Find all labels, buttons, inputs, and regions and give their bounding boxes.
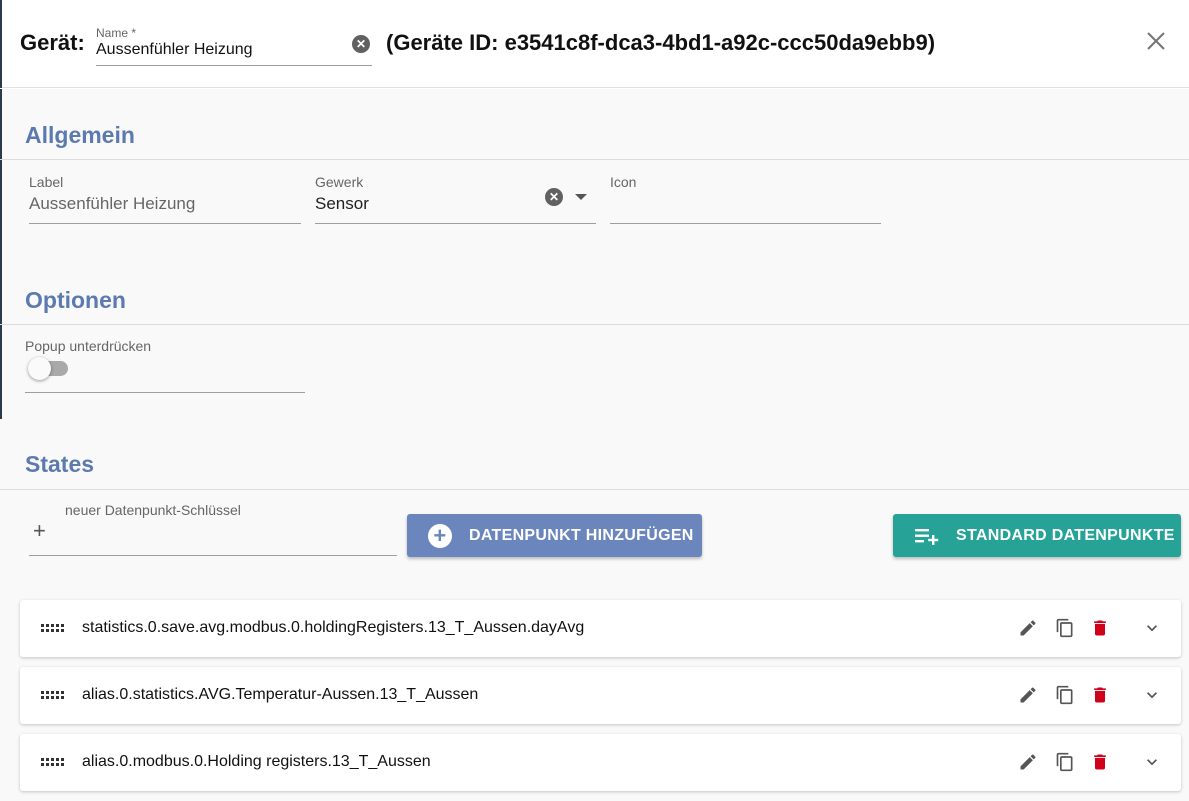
label-field-label: Label [29,174,64,190]
label-field[interactable]: Label Aussenfühler Heizung [29,174,301,224]
gewerk-value[interactable]: Sensor [315,194,369,214]
state-key: alias.0.statistics.AVG.Temperatur-Aussen… [82,686,479,703]
edit-icon[interactable] [1018,618,1038,638]
expand-icon[interactable] [1142,685,1162,705]
delete-icon[interactable] [1090,618,1110,638]
clear-icon[interactable]: ✕ [545,188,563,206]
drag-handle-icon[interactable] [41,691,65,699]
add-datapoint-label: DATENPUNKT HINZUFÜGEN [469,527,694,544]
section-divider [0,159,1189,160]
copy-icon[interactable] [1055,752,1075,772]
device-id-text: (Geräte ID: e3541c8f-dca3-4bd1-a92c-ccc5… [386,30,936,55]
dropdown-arrow-icon[interactable] [575,194,587,200]
new-key-field[interactable]: neuer Datenpunkt-Schlüssel + [29,502,397,556]
add-datapoint-button[interactable]: + DATENPUNKT HINZUFÜGEN [407,514,702,557]
section-divider [0,489,1189,490]
section-title-states: States [25,451,95,477]
plus-circle-icon: + [428,524,452,548]
state-row[interactable]: alias.0.statistics.AVG.Temperatur-Aussen… [20,667,1181,724]
state-row[interactable]: alias.0.modbus.0.Holding registers.13_T_… [20,734,1181,791]
standard-datapoints-button[interactable]: STANDARD DATENPUNKTE [893,514,1181,557]
label-field-input[interactable]: Aussenfühler Heizung [29,194,195,214]
state-key: alias.0.modbus.0.Holding registers.13_T_… [82,753,431,770]
section-divider [0,324,1189,325]
toggle-thumb[interactable] [28,357,51,380]
state-key: statistics.0.save.avg.modbus.0.holdingRe… [82,619,585,636]
dialog-header: Gerät: Name * Aussenfühler Heizung ✕ (Ge… [0,0,1189,88]
expand-icon[interactable] [1142,618,1162,638]
gewerk-select[interactable]: Gewerk Sensor ✕ [315,174,596,224]
background-edge [0,89,2,419]
section-title-general: Allgemein [25,122,135,148]
new-key-label: neuer Datenpunkt-Schlüssel [65,502,241,518]
device-title-label: Gerät: [20,30,85,55]
edit-icon[interactable] [1018,685,1038,705]
device-name-label: Name * [96,26,137,40]
icon-field-label: Icon [610,174,637,190]
drag-handle-icon[interactable] [41,624,65,632]
device-name-input[interactable]: Aussenfühler Heizung [96,41,253,59]
close-icon[interactable] [1143,28,1169,54]
background-edge [0,0,2,88]
playlist-add-icon [915,529,939,545]
gewerk-label: Gewerk [315,174,364,190]
edit-icon[interactable] [1018,752,1038,772]
copy-icon[interactable] [1055,685,1075,705]
dialog-content: Allgemein Label Aussenfühler Heizung Gew… [0,89,1189,801]
clear-icon[interactable]: ✕ [352,35,370,53]
plus-icon: + [33,518,46,543]
section-title-options: Optionen [25,287,126,313]
expand-icon[interactable] [1142,752,1162,772]
standard-datapoints-label: STANDARD DATENPUNKTE [956,527,1175,544]
delete-icon[interactable] [1090,752,1110,772]
popup-suppress-label: Popup unterdrücken [25,338,152,354]
state-row[interactable]: statistics.0.save.avg.modbus.0.holdingRe… [20,600,1181,657]
icon-field[interactable]: Icon [610,174,881,224]
delete-icon[interactable] [1090,685,1110,705]
copy-icon[interactable] [1055,618,1075,638]
drag-handle-icon[interactable] [41,758,65,766]
device-name-field[interactable]: Name * Aussenfühler Heizung ✕ [96,24,372,66]
